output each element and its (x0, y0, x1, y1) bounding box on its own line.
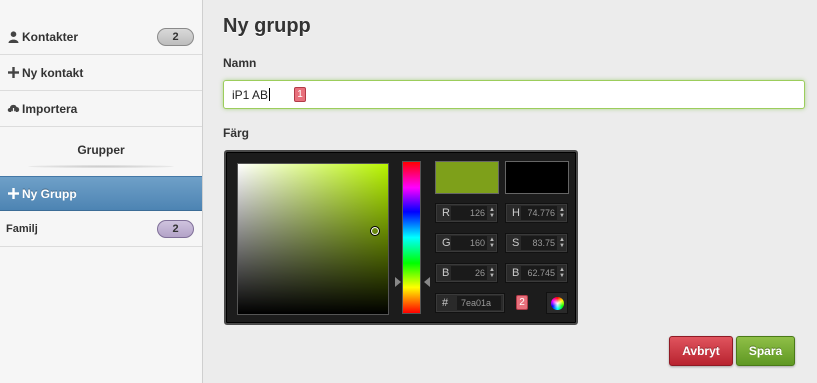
red-value[interactable]: 126 (451, 206, 487, 220)
hue-field[interactable]: H 74.776 ▲ ▼ (505, 203, 568, 223)
hex-value[interactable]: 7ea01a (457, 296, 501, 310)
field-label: H (512, 207, 520, 219)
annotation-marker-2: 2 (516, 295, 528, 310)
green-value[interactable]: 160 (451, 236, 487, 250)
color-label: Färg (223, 126, 250, 140)
sidebar-item-label: Importera (22, 101, 78, 116)
page-title: Ny grupp (223, 15, 311, 37)
saturation-field[interactable]: S 83.75 ▲ ▼ (505, 233, 568, 253)
spinner-icon[interactable]: ▲ ▼ (489, 237, 495, 249)
name-input-value: iP1 AB (232, 87, 269, 102)
saturation-value[interactable]: 83.75 (521, 236, 557, 250)
spinner-icon[interactable]: ▲ ▼ (489, 267, 495, 279)
field-label: G (442, 237, 451, 249)
field-label: B (442, 267, 450, 279)
green-field[interactable]: G 160 ▲ ▼ (435, 233, 498, 253)
plus-icon (6, 188, 20, 199)
hue-value[interactable]: 74.776 (521, 206, 557, 220)
person-icon (6, 30, 20, 43)
name-label: Namn (223, 56, 257, 70)
new-color-swatch (435, 161, 499, 194)
sidebar-item-label: Kontakter (22, 29, 79, 44)
hex-field[interactable]: # 7ea01a (435, 293, 505, 313)
sidebar-item-ny-kontakt[interactable]: Ny kontakt (0, 55, 202, 91)
text-caret (269, 88, 271, 101)
color-picker: R 126 ▲ ▼ G 160 ▲ ▼ B 26 ▲ ▼ H 74.776 ▲ ▼ S … (224, 150, 578, 325)
blue-field[interactable]: B 26 ▲ ▼ (435, 263, 498, 283)
hue-arrow-right-icon[interactable] (424, 277, 430, 287)
plus-icon (6, 67, 20, 78)
brightness-field[interactable]: B 62.745 ▲ ▼ (505, 263, 568, 283)
current-color-swatch[interactable] (505, 161, 569, 194)
name-input[interactable]: iP1 AB 1 (223, 80, 805, 109)
field-label: S (512, 237, 520, 249)
count-badge: 2 (157, 28, 194, 46)
spinner-icon[interactable]: ▲ ▼ (489, 207, 495, 219)
sidebar-item-label: Ny kontakt (22, 65, 84, 80)
red-field[interactable]: R 126 ▲ ▼ (435, 203, 498, 223)
groups-header: Grupper (0, 128, 202, 172)
sidebar: Kontakter 2 Ny kontakt Importera Grupper… (0, 0, 203, 383)
main-content: Ny grupp Namn iP1 AB 1 Färg R 126 ▲ ▼ G 1… (203, 0, 817, 383)
sidebar-item-label: Ny Grupp (22, 186, 77, 201)
sidebar-item-label: Familj (6, 222, 38, 235)
sidebar-item-ny-grupp[interactable]: Ny Grupp (0, 176, 202, 211)
field-label: B (512, 267, 520, 279)
field-label: # (442, 297, 449, 309)
sidebar-item-importera[interactable]: Importera (0, 91, 202, 127)
annotation-marker-1: 1 (294, 87, 306, 102)
hue-arrow-left-icon[interactable] (395, 277, 401, 287)
sidebar-item-familj[interactable]: Familj 2 (0, 211, 202, 247)
cloud-icon (6, 103, 20, 114)
hue-slider[interactable] (402, 161, 421, 314)
color-wheel-button[interactable] (546, 292, 568, 314)
blue-value[interactable]: 26 (451, 266, 487, 280)
spinner-icon[interactable]: ▲ ▼ (559, 207, 565, 219)
count-badge: 2 (157, 220, 194, 238)
save-button[interactable]: Spara (736, 336, 795, 366)
color-wheel-icon (551, 297, 564, 310)
sidebar-item-kontakter[interactable]: Kontakter 2 (0, 19, 202, 55)
field-label: R (442, 207, 450, 219)
brightness-value[interactable]: 62.745 (521, 266, 557, 280)
spinner-icon[interactable]: ▲ ▼ (559, 267, 565, 279)
saturation-brightness-area[interactable] (237, 163, 389, 315)
spinner-icon[interactable]: ▲ ▼ (559, 237, 565, 249)
cancel-button[interactable]: Avbryt (669, 336, 733, 366)
color-cursor[interactable] (370, 226, 380, 236)
